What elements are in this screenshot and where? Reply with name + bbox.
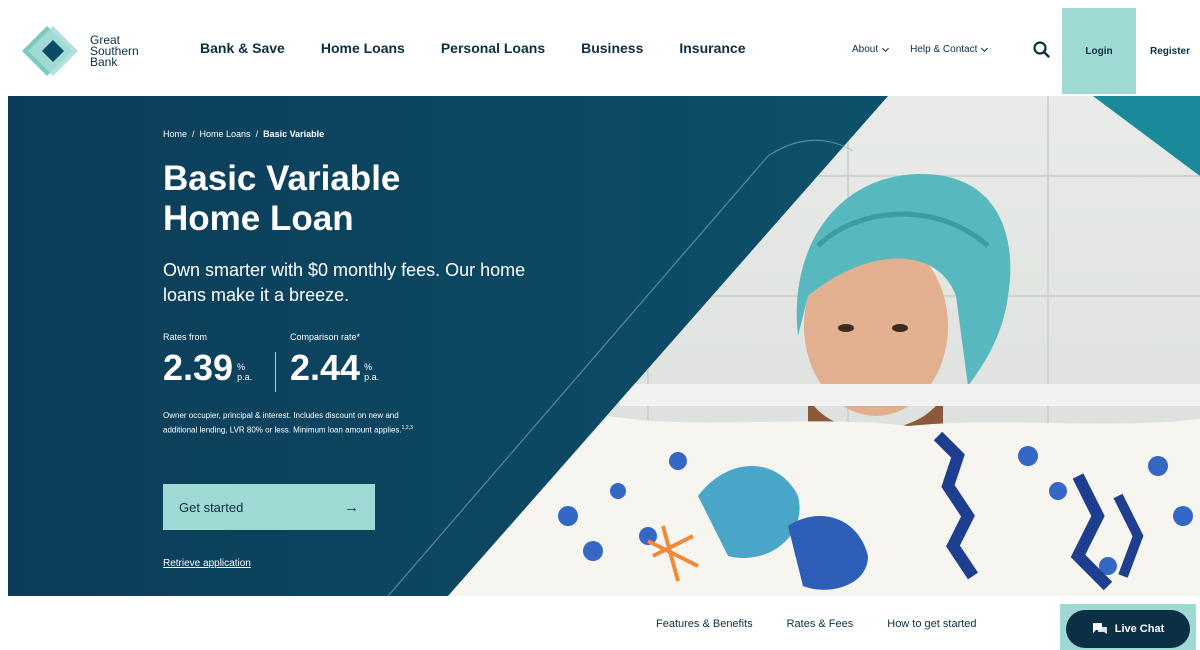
chevron-down-icon bbox=[981, 44, 989, 52]
rate-from-value: 2.39 bbox=[163, 347, 234, 388]
tab-rates-fees[interactable]: Rates & Fees bbox=[787, 618, 854, 630]
title-line-2: Home Loan bbox=[163, 199, 354, 238]
breadcrumb-home[interactable]: Home bbox=[163, 129, 187, 139]
get-started-label: Get started bbox=[179, 499, 244, 515]
logo-line-3: Bank bbox=[90, 54, 118, 69]
tab-how-to-get-started[interactable]: How to get started bbox=[887, 618, 976, 630]
chat-icon bbox=[1092, 623, 1107, 634]
live-chat-label: Live Chat bbox=[1114, 623, 1165, 635]
disclaimer-text: Owner occupier, principal & interest. In… bbox=[163, 411, 402, 435]
logo-text: Great Southern Bank bbox=[90, 34, 160, 69]
breadcrumb-current: Basic Variable bbox=[263, 129, 325, 139]
main-nav: Bank & Save Home Loans Personal Loans Bu… bbox=[200, 40, 782, 56]
comparison-rate-label: Comparison rate* bbox=[290, 332, 361, 342]
comparison-unit-percent: % bbox=[364, 362, 373, 372]
login-button[interactable]: Login bbox=[1062, 8, 1136, 94]
section-nav: Features & Benefits Rates & Fees How to … bbox=[656, 618, 1011, 630]
rate-from-label: Rates from bbox=[163, 332, 208, 342]
about-menu[interactable]: About bbox=[852, 44, 890, 55]
rate-from: Rates from 2.39 % p.a. bbox=[163, 332, 252, 386]
comparison-unit-pa: p.a. bbox=[364, 372, 380, 382]
disclaimer-footnote[interactable]: 1,2,3 bbox=[402, 425, 413, 431]
rate-disclaimer: Owner occupier, principal & interest. In… bbox=[163, 410, 413, 437]
nav-personal-loans[interactable]: Personal Loans bbox=[441, 40, 545, 56]
comparison-rate: Comparison rate* 2.44 % p.a. bbox=[290, 332, 379, 386]
nav-bank-save[interactable]: Bank & Save bbox=[200, 40, 285, 56]
nav-business[interactable]: Business bbox=[581, 40, 643, 56]
register-link[interactable]: Register bbox=[1150, 46, 1190, 57]
site-header: Great Southern Bank Bank & Save Home Loa… bbox=[0, 0, 1200, 96]
get-started-button[interactable]: Get started → bbox=[163, 484, 375, 530]
rate-divider bbox=[275, 352, 276, 392]
title-line-1: Basic Variable bbox=[163, 159, 401, 198]
nav-home-loans[interactable]: Home Loans bbox=[321, 40, 405, 56]
about-label: About bbox=[852, 44, 879, 55]
rate-from-unit-pa: p.a. bbox=[237, 372, 253, 382]
utility-nav: About Help & Contact bbox=[852, 44, 1009, 55]
search-icon[interactable] bbox=[1032, 40, 1052, 60]
rate-from-unit-percent: % bbox=[237, 362, 246, 372]
retrieve-application-link[interactable]: Retrieve application bbox=[163, 558, 251, 569]
chevron-down-icon bbox=[882, 44, 890, 52]
comparison-rate-value: 2.44 bbox=[290, 347, 361, 388]
tab-features-benefits[interactable]: Features & Benefits bbox=[656, 618, 753, 630]
arrow-right-icon: → bbox=[344, 498, 359, 516]
breadcrumb-home-loans[interactable]: Home Loans bbox=[200, 129, 251, 139]
breadcrumb: Home / Home Loans / Basic Variable bbox=[163, 129, 325, 139]
help-contact-menu[interactable]: Help & Contact bbox=[910, 44, 989, 55]
hero-subtitle: Own smarter with $0 monthly fees. Our ho… bbox=[163, 260, 526, 305]
nav-insurance[interactable]: Insurance bbox=[679, 40, 745, 56]
logo-diamond-icon bbox=[22, 26, 78, 76]
page-title: Basic Variable Home Loan bbox=[163, 159, 543, 239]
live-chat-button[interactable]: Live Chat bbox=[1066, 610, 1190, 648]
brand-logo[interactable]: Great Southern Bank bbox=[22, 26, 162, 76]
help-contact-label: Help & Contact bbox=[910, 44, 978, 55]
hero-banner: Home / Home Loans / Basic Variable Basic Var… bbox=[8, 96, 1200, 596]
